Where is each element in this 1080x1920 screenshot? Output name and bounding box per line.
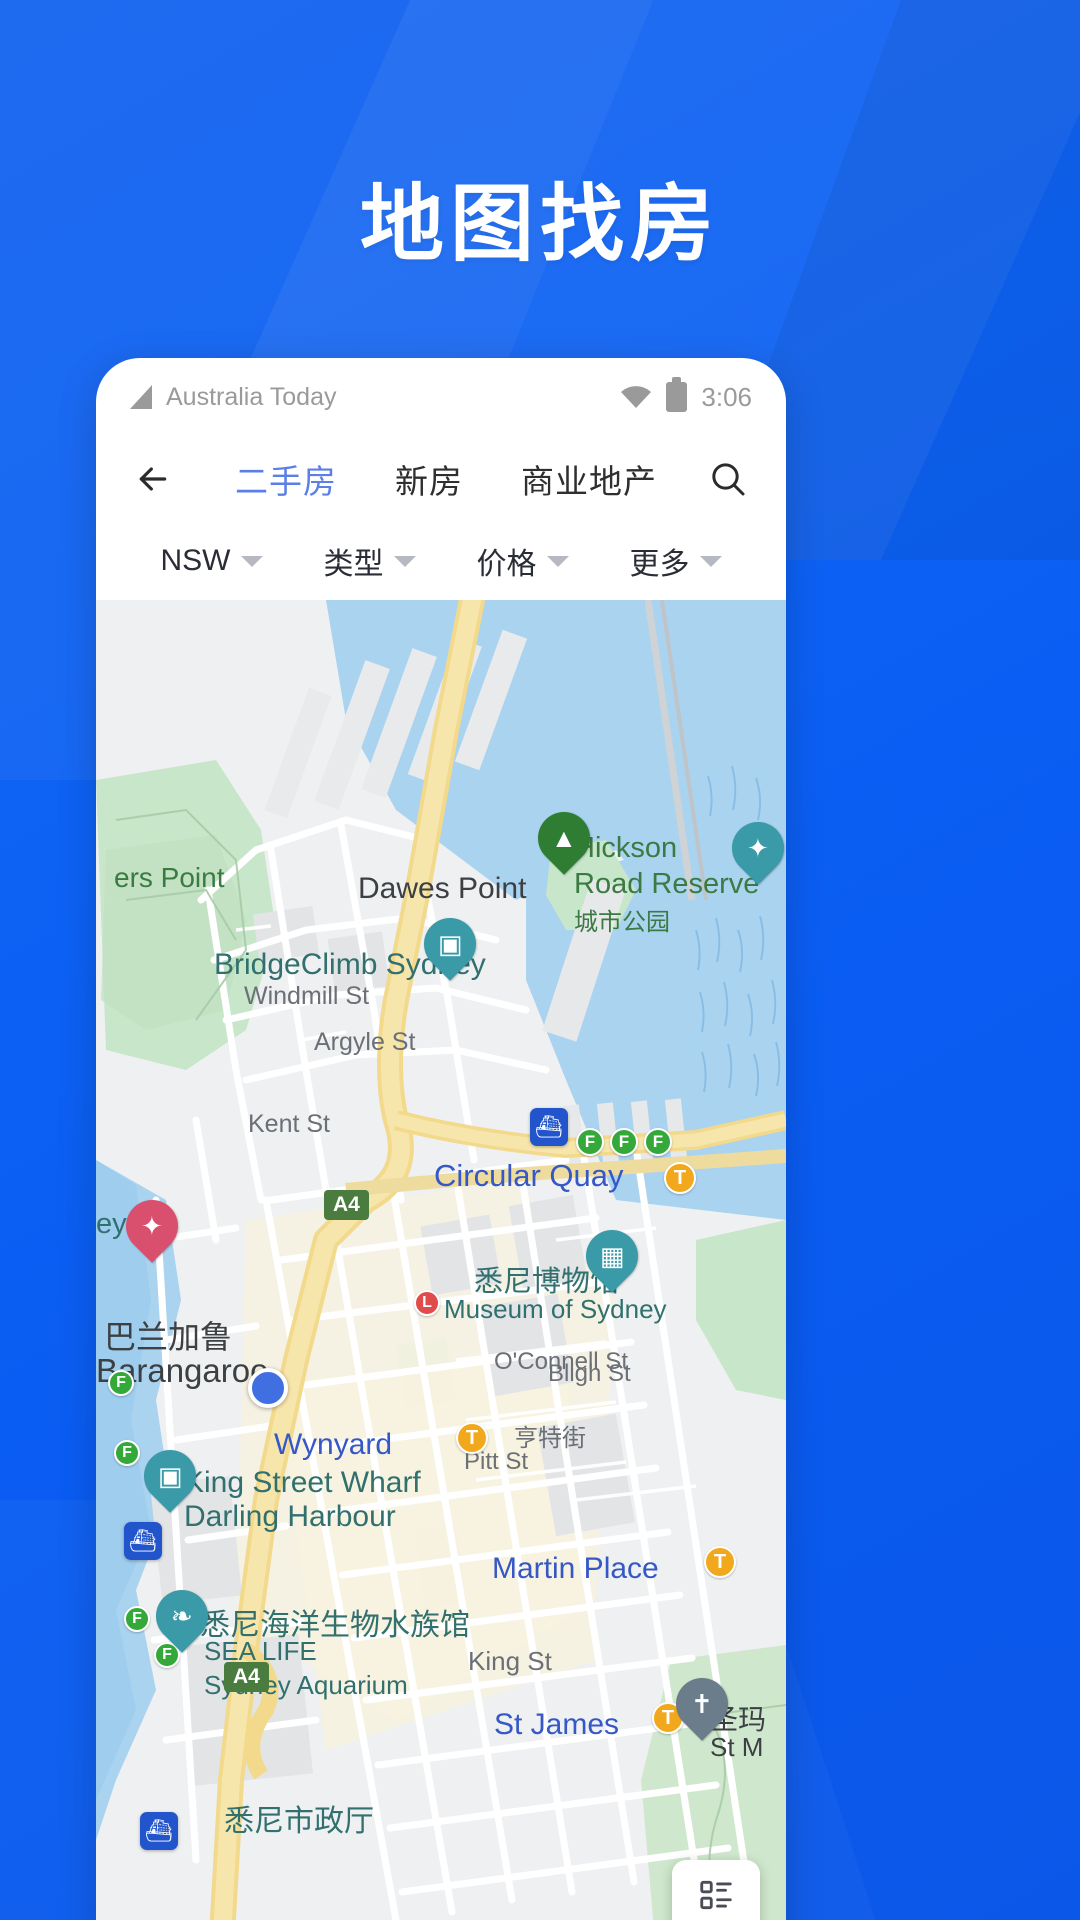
list-view-button[interactable]: 列表 <box>672 1860 760 1920</box>
signal-triangle-icon <box>130 385 152 409</box>
filter-price-label: 价格 <box>476 548 537 581</box>
search-icon[interactable] <box>700 451 756 507</box>
battery-icon <box>666 377 688 412</box>
filter-bar: NSW 类型 价格 更多 <box>96 522 786 600</box>
list-view-icon <box>700 1880 732 1910</box>
carrier-label: Australia Today <box>166 382 337 411</box>
filter-type[interactable]: 类型 <box>324 539 416 583</box>
promo-title: 地图找房 <box>359 177 720 271</box>
tab-commercial[interactable]: 商业地产 <box>521 455 657 503</box>
map-canvas <box>96 600 786 1920</box>
filter-state-label: NSW <box>160 544 231 577</box>
tab-bar: 二手房 新房 商业地产 <box>180 455 700 503</box>
chevron-down-icon <box>240 555 263 567</box>
wifi-icon <box>620 385 652 409</box>
phone-mockup: Australia Today 3:06 二手房 新房 商业地产 NSW 类型 … <box>96 358 786 1920</box>
status-bar: Australia Today 3:06 <box>96 358 786 436</box>
chevron-down-icon <box>699 555 722 567</box>
tab-secondhand[interactable]: 二手房 <box>235 455 337 503</box>
chevron-down-icon <box>393 555 416 567</box>
map-view[interactable]: ers Point Dawes Point Hickson Road Reserve 城… <box>96 600 786 1920</box>
filter-more-label: 更多 <box>629 548 690 581</box>
tab-newhomes[interactable]: 新房 <box>395 455 463 503</box>
filter-state[interactable]: NSW <box>161 544 263 578</box>
clock-label: 3:06 <box>701 381 752 412</box>
map-user-location-dot <box>248 1368 288 1408</box>
chevron-down-icon <box>546 555 569 567</box>
filter-more[interactable]: 更多 <box>630 539 722 583</box>
top-navigation-bar: 二手房 新房 商业地产 <box>96 436 786 522</box>
filter-type-label: 类型 <box>323 548 384 581</box>
back-arrow-icon[interactable] <box>126 452 180 506</box>
filter-price[interactable]: 价格 <box>477 539 569 583</box>
